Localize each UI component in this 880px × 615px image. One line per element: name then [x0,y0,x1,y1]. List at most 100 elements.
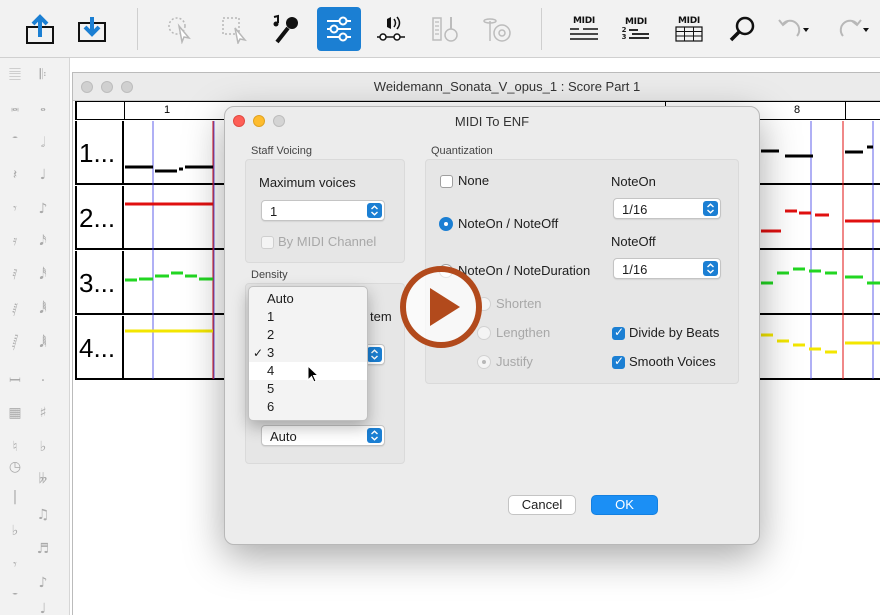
menu-item-2[interactable]: 2 [249,326,367,344]
import-button[interactable] [70,7,114,51]
palette-natural-icon[interactable]: ♮ [4,436,26,458]
midi-staff-button[interactable]: MIDI [562,7,606,51]
palette-quarter-rest-icon[interactable]: 𝄽 [4,164,26,186]
palette-breve-icon[interactable]: 𝅜 [4,96,26,118]
noteon-popup[interactable]: 1/16 [613,198,721,219]
noteon-noteoff-radio[interactable] [439,217,453,231]
menu-item-3[interactable]: ✓ 3 [249,344,367,362]
noteoff-popup[interactable]: 1/16 [613,258,721,279]
palette-quarter-note-icon[interactable]: ♩ [32,164,54,186]
midi-grid-icon: MIDI [675,16,703,42]
midi-grid-button[interactable]: MIDI [667,7,711,51]
density-dropdown-menu: Auto 1 2 ✓ 3 4 5 6 [248,286,368,421]
lengthen-label: Lengthen [496,325,551,340]
noteoff-value: 1/16 [622,262,648,277]
palette-measure-rest-icon[interactable]: 𝄩 [4,370,26,392]
playback-sound-button[interactable] [369,7,413,51]
justify-radio[interactable] [477,355,491,369]
select-tool-button[interactable] [158,7,202,51]
mixer-tool-button[interactable] [317,7,361,51]
density-heading: Density [251,269,288,281]
export-icon [26,14,54,44]
sliders-icon [327,16,351,42]
palette-eighth-note-icon[interactable]: ♪ [32,198,54,220]
palette-128th-rest-icon[interactable]: 𝅂 [4,332,26,354]
popup-arrows-icon [703,201,718,216]
smooth-voices-label: Smooth Voices [629,354,716,369]
palette-eighth-rest-icon[interactable]: 𝄾 [4,198,26,220]
justify-label: Justify [496,354,533,369]
palette-flat-icon[interactable]: ♭ [32,436,54,458]
export-button[interactable] [18,7,62,51]
sing-tool-button[interactable] [264,7,308,51]
palette-whole-rest-icon[interactable]: 𝄻 [4,586,26,608]
redo-button[interactable] [830,7,874,51]
divide-by-beats-checkbox[interactable]: ✓ [612,325,625,340]
staff-voicing-heading: Staff Voicing [251,145,312,157]
play-overlay-button[interactable] [400,266,482,348]
speaker-track-icon [377,16,405,41]
magnifier-icon [729,16,755,42]
noteoff-label: NoteOff [611,234,656,249]
palette-double-flat-icon[interactable]: 𝄫 [32,468,54,490]
none-checkbox[interactable] [440,175,453,188]
instruments-button[interactable] [423,7,467,51]
instruments-icon [432,17,458,42]
check-icon: ✓ [614,325,625,339]
menu-item-6[interactable]: 6 [249,398,367,416]
palette-128th-note-icon[interactable]: 𝅘𝅥𝅲 [32,332,54,354]
palette-16th-note-icon[interactable]: 𝅘𝅥𝅯 [32,230,54,252]
palette-quarter-note-2-icon[interactable]: ♩ [32,598,54,615]
palette-triplet-icon[interactable]: ♫ [32,504,54,526]
microphone-music-icon [273,14,298,44]
palette-eighth-note-2-icon[interactable]: ♪ [32,572,54,594]
menu-item-auto[interactable]: Auto [249,290,367,308]
palette-32nd-note-icon[interactable]: 𝅘𝅥𝅰 [32,264,54,286]
zoom-button[interactable] [721,7,765,51]
palette-sharp-icon[interactable]: ♯ [32,402,54,424]
midi-numbered-icon: MIDI 23 [622,17,651,41]
noteon-label: NoteOn [611,174,656,189]
marquee-tool-button[interactable] [212,7,256,51]
lengthen-radio[interactable] [477,326,491,340]
by-midi-channel-checkbox[interactable] [261,236,274,249]
undo-button[interactable] [770,7,814,51]
palette-half-rest-icon[interactable]: 𝄼 [4,128,26,150]
tool-palette: 𝄚 𝄆 𝅜 𝅝 𝄼 𝅗𝅥 𝄽 ♩ 𝄾 ♪ 𝄿 𝅘𝅥𝅯 𝅀 𝅘𝅥𝅰 𝅁 𝅘𝅥𝅱 𝅂… [0,58,70,615]
midi-staff-icon: MIDI [569,16,599,42]
palette-chord-icon[interactable]: ♬ [32,538,54,560]
midi-numbered-button[interactable]: MIDI 23 [614,7,658,51]
palette-repeat-icon[interactable]: 𝄆 [32,64,54,86]
palette-grid-icon[interactable]: ▦ [4,402,26,424]
palette-staff-icon[interactable]: 𝄚 [4,64,26,86]
palette-64th-rest-icon[interactable]: 𝅁 [4,298,26,320]
dialog-titlebar: MIDI To ENF [225,107,759,135]
palette-whole-note-icon[interactable]: 𝅝 [32,96,54,118]
drums-button[interactable] [476,7,520,51]
palette-barline-icon[interactable]: | [4,486,26,508]
popup-arrows-icon [367,347,382,362]
none-label: None [458,173,490,188]
palette-eighth-rest-2-icon[interactable]: 𝄾 [4,554,26,576]
palette-dot-icon[interactable]: · [32,370,54,392]
popup-arrows-icon [367,203,382,218]
palette-32nd-rest-icon[interactable]: 𝅀 [4,264,26,286]
palette-half-note-icon[interactable]: 𝅗𝅥 [32,132,54,154]
smooth-voices-checkbox[interactable]: ✓ [612,354,625,369]
cancel-button[interactable]: Cancel [508,495,576,515]
checkmark-icon: ✓ [253,346,264,360]
menu-item-1[interactable]: 1 [249,308,367,326]
palette-clock-icon[interactable]: ◷ [4,456,26,478]
palette-16th-rest-icon[interactable]: 𝄿 [4,230,26,252]
max-voices-value: 1 [270,204,278,219]
import-icon [78,17,106,42]
noteon-noteduration-label: NoteOn / NoteDuration [458,263,591,278]
palette-flat-5-icon[interactable]: ♭ [4,520,26,542]
palette-64th-note-icon[interactable]: 𝅘𝅥𝅱 [32,298,54,320]
popup-arrows-icon [703,261,718,276]
cursor-icon [168,17,191,44]
ok-button[interactable]: OK [591,495,658,515]
max-voices-popup[interactable]: 1 [261,200,385,221]
density-secondary-popup[interactable]: Auto [261,425,385,446]
drum-kit-icon [483,18,511,42]
